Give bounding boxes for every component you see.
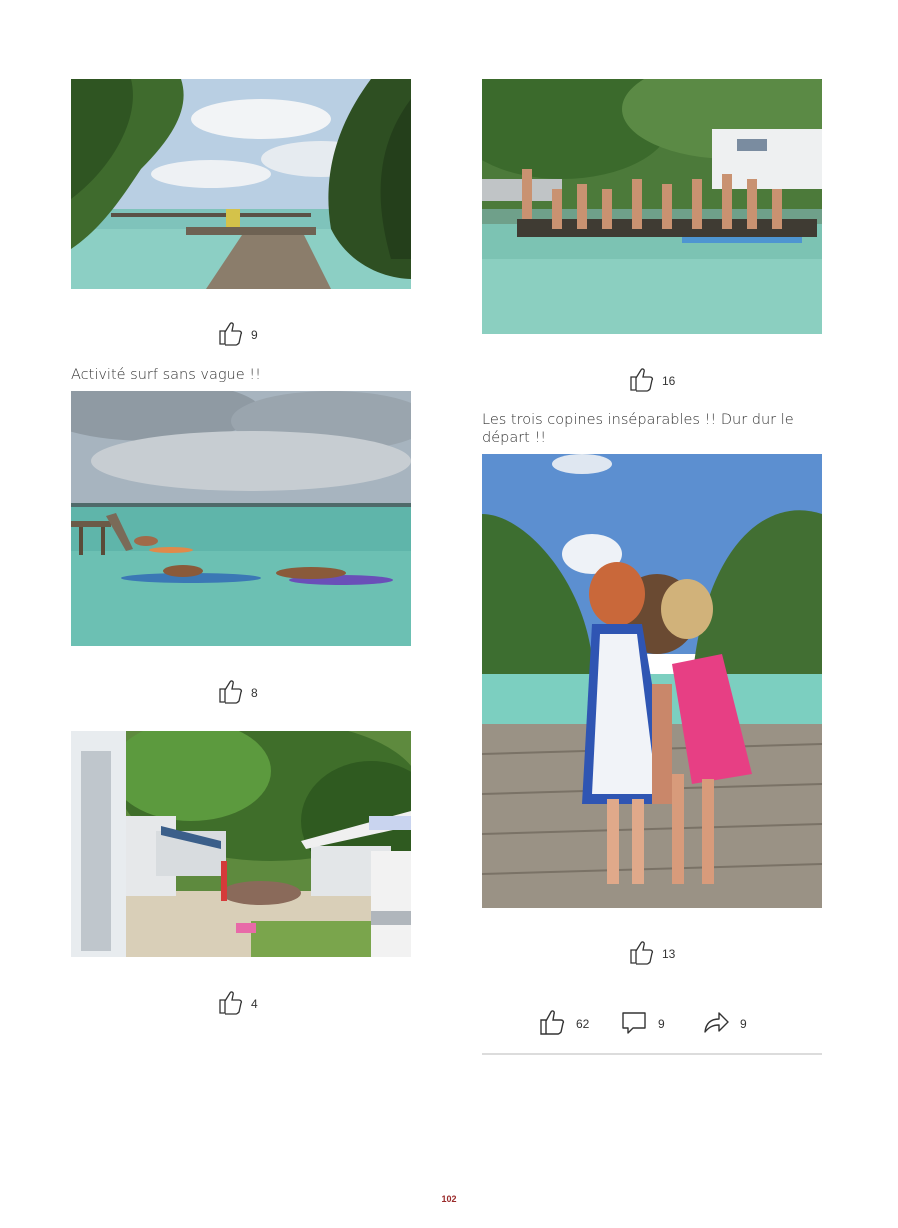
thumbs-up-icon[interactable]: [217, 320, 243, 349]
like-count: 16: [662, 373, 676, 388]
thumbs-up-icon[interactable]: [628, 366, 654, 395]
thumbs-up-icon[interactable]: [217, 989, 243, 1018]
like-count: 4: [251, 996, 258, 1011]
divider: [482, 1053, 822, 1055]
like-count: 8: [251, 685, 258, 700]
like-count: 13: [662, 946, 676, 961]
total-comments-count: 9: [658, 1016, 665, 1031]
post-stats: 62 9 9: [482, 1008, 822, 1038]
photo-three-girls: [482, 454, 822, 908]
photo-jetty: [71, 79, 411, 289]
share-arrow-icon[interactable]: [702, 1008, 730, 1039]
photo-jetty-likes: 9: [217, 320, 258, 349]
caption-copines: Les trois copines inséparables !! Dur du…: [482, 412, 794, 446]
thumbs-up-icon[interactable]: [628, 939, 654, 968]
thumbs-up-icon[interactable]: [217, 678, 243, 707]
speech-bubble-icon[interactable]: [620, 1008, 648, 1039]
total-likes[interactable]: 62: [538, 1008, 589, 1039]
caption-surf: Activité surf sans vague !!: [71, 367, 261, 383]
photo-girls-likes: 13: [628, 939, 675, 968]
photo-paddle-boards: [71, 391, 411, 646]
photo-kids-likes: 16: [628, 366, 675, 395]
photo-kids-pontoon: [482, 79, 822, 334]
total-comments[interactable]: 9: [620, 1008, 665, 1039]
total-shares[interactable]: 9: [702, 1008, 747, 1039]
page-number: 102: [441, 1194, 457, 1204]
total-shares-count: 9: [740, 1016, 747, 1031]
like-count: 9: [251, 327, 258, 342]
photo-campsite-likes: 4: [217, 989, 258, 1018]
total-likes-count: 62: [576, 1016, 590, 1031]
photo-campsite: [71, 731, 411, 957]
photo-paddle-likes: 8: [217, 678, 258, 707]
thumbs-up-icon[interactable]: [538, 1008, 566, 1039]
